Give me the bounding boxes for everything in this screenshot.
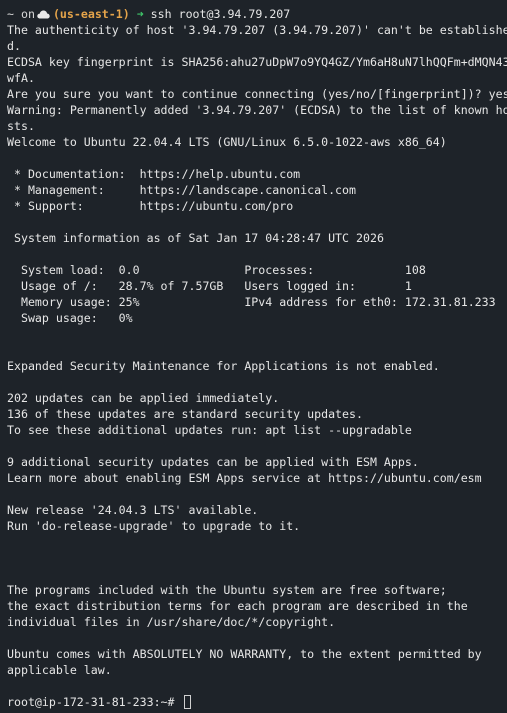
- sysinfo-right: IPv4 address for eth0: 172.31.81.233: [244, 295, 496, 309]
- prompt-tilde: ~: [7, 7, 14, 21]
- license-line: the exact distribution terms for each pr…: [7, 599, 468, 613]
- sysinfo-left: Usage of /: 28.7% of 7.57GB: [7, 279, 245, 293]
- license-line: The programs included with the Ubuntu sy…: [7, 583, 447, 597]
- output-line: sts.: [7, 119, 35, 133]
- release-line: Run 'do-release-upgrade' to upgrade to i…: [7, 519, 301, 533]
- esm-apps-line: Learn more about enabling ESM Apps servi…: [7, 471, 482, 485]
- prompt-arrow-icon: ➜: [136, 7, 144, 21]
- sysinfo-left: Memory usage: 25%: [7, 295, 245, 309]
- sysinfo-right: Users logged in: 1: [244, 279, 412, 293]
- esm-apps-line: 9 additional security updates can be app…: [7, 455, 419, 469]
- cloud-icon: [37, 7, 50, 23]
- welcome-line: Welcome to Ubuntu 22.04.4 LTS (GNU/Linux…: [7, 135, 447, 149]
- shell-prompt-line: ~ on (us-east-1) ➜ ssh root@3.94.79.207: [7, 6, 507, 22]
- sysinfo-row: System load: 0.0 Processes: 108: [7, 262, 507, 278]
- remote-shell-prompt: root@ip-172-31-81-233:~#: [7, 695, 175, 709]
- warranty-line: applicable law.: [7, 663, 112, 677]
- terminal-cursor[interactable]: [183, 695, 191, 709]
- output-line: d.: [7, 39, 21, 53]
- output-line: wfA.: [7, 71, 35, 85]
- sysinfo-header: System information as of Sat Jan 17 04:2…: [7, 231, 384, 245]
- sysinfo-row: Memory usage: 25% IPv4 address for eth0:…: [7, 294, 507, 310]
- updates-line: 202 updates can be applied immediately.: [7, 391, 280, 405]
- updates-line: 136 of these updates are standard securi…: [7, 407, 363, 421]
- support-line: * Support: https://ubuntu.com/pro: [7, 199, 294, 213]
- sysinfo-left: Swap usage: 0%: [7, 311, 133, 325]
- prompt-on-label: on: [20, 7, 35, 21]
- output-line: Are you sure you want to continue connec…: [7, 87, 507, 101]
- sysinfo-left: System load: 0.0: [7, 263, 245, 277]
- sysinfo-row: Usage of /: 28.7% of 7.57GB Users logged…: [7, 278, 507, 294]
- terminal-window[interactable]: ~ on (us-east-1) ➜ ssh root@3.94.79.207 T…: [0, 0, 507, 713]
- final-prompt-line[interactable]: root@ip-172-31-81-233:~#: [7, 694, 507, 710]
- release-line: New release '24.04.3 LTS' available.: [7, 503, 259, 517]
- management-line: * Management: https://landscape.canonica…: [7, 183, 357, 197]
- license-line: individual files in /usr/share/doc/*/cop…: [7, 615, 336, 629]
- sysinfo-right: Processes: 108: [244, 263, 426, 277]
- output-line: The authenticity of host '3.94.79.207 (3…: [7, 23, 507, 37]
- esm-status-line: Expanded Security Maintenance for Applic…: [7, 359, 440, 373]
- documentation-line: * Documentation: https://help.ubuntu.com: [7, 167, 301, 181]
- warranty-line: Ubuntu comes with ABSOLUTELY NO WARRANTY…: [7, 647, 482, 661]
- output-line: ECDSA key fingerprint is SHA256:ahu27uDp…: [7, 55, 507, 69]
- updates-line: To see these additional updates run: apt…: [7, 423, 412, 437]
- ssh-command: ssh root@3.94.79.207: [150, 7, 291, 21]
- output-line: Warning: Permanently added '3.94.79.207'…: [7, 103, 507, 117]
- aws-region-label: (us-east-1): [52, 7, 130, 21]
- sysinfo-row: Swap usage: 0%: [7, 310, 507, 326]
